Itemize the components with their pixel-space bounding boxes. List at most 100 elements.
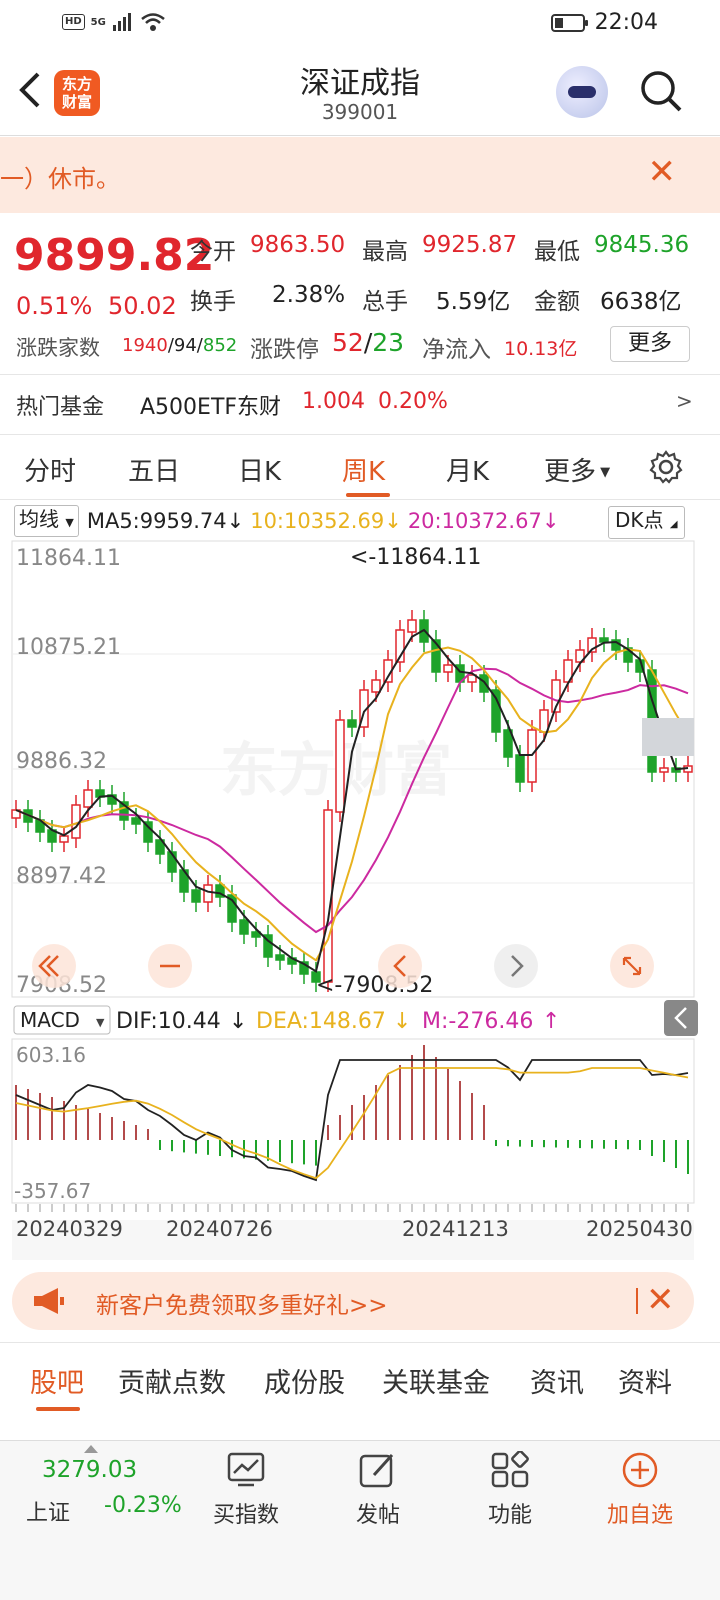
tab-more[interactable]: 更多 ▼ xyxy=(544,451,610,488)
macd-axis-label: -357.67 xyxy=(14,1179,91,1203)
next-button[interactable] xyxy=(494,944,538,988)
tab-wuri[interactable]: 五日 xyxy=(128,451,180,488)
limit-counts: 52/23 xyxy=(332,328,405,357)
page-title: 深证成指 xyxy=(300,66,420,101)
down-arrow-icon: ↓ xyxy=(226,509,245,533)
limit-label: 涨跌停 xyxy=(250,337,319,363)
collapse-panel-button[interactable] xyxy=(664,1000,698,1036)
change-percent: 0.51% xyxy=(16,292,93,320)
functions-label: 功能 xyxy=(487,1503,532,1528)
status-left: HD 5G xyxy=(62,12,166,32)
add-watchlist-button[interactable]: 加自选 xyxy=(580,1441,700,1529)
tab-guba[interactable]: 股吧 xyxy=(30,1361,84,1400)
quote-panel: 9899.82 0.51% 50.02 今开 9863.50 最高 9925.8… xyxy=(0,214,720,434)
candle-body xyxy=(443,664,453,673)
turnover-value: 2.38% xyxy=(272,282,346,308)
post-label: 发帖 xyxy=(355,1503,400,1528)
promo-text: 新客户免费领取多重好礼>> xyxy=(96,1293,388,1319)
candle-body xyxy=(275,954,285,961)
hot-fund-row[interactable]: 热门基金 A500ETF东财 1.004 0.20% > xyxy=(0,375,720,433)
caret-up-icon xyxy=(84,1445,98,1453)
more-button[interactable]: 更多 xyxy=(610,326,690,362)
tab-week-k[interactable]: 周K xyxy=(342,451,385,488)
expand-icon[interactable] xyxy=(610,944,654,988)
candle-body xyxy=(599,637,609,643)
edit-icon xyxy=(359,1453,394,1488)
assistant-robot-icon[interactable] xyxy=(556,66,608,118)
open-label: 今开 xyxy=(190,239,236,265)
title-bar: 东方财富 深证成指 399001 xyxy=(0,50,720,136)
high-marker: <-11864.11 xyxy=(350,545,481,570)
tab-fenshi[interactable]: 分时 xyxy=(24,451,76,488)
content-tabs: 股吧 贡献点数 成份股 关联基金 资讯 资料 xyxy=(0,1342,720,1416)
candle-body xyxy=(191,889,201,903)
index-name: 上证 xyxy=(26,1501,71,1526)
candle-body xyxy=(335,719,345,813)
status-bar: HD 5G 22:04 xyxy=(0,0,720,50)
date-label: 20250430 xyxy=(586,1217,693,1241)
updown-counts: 1940/94/852 xyxy=(122,335,238,356)
candle-body xyxy=(479,674,489,693)
current-price: 9899.82 xyxy=(14,230,215,281)
candle-body xyxy=(83,789,93,808)
bottom-bar: 3279.03 上证 -0.23% 买指数 发帖 功能 加自选 xyxy=(0,1440,720,1600)
tab-related-funds[interactable]: 关联基金 xyxy=(382,1361,490,1400)
updown-label: 涨跌家数 xyxy=(16,336,100,360)
search-icon[interactable] xyxy=(638,68,684,114)
candle-body xyxy=(59,835,69,843)
stock-code: 399001 xyxy=(321,100,399,124)
tab-contribution[interactable]: 贡献点数 xyxy=(118,1361,226,1400)
zoom-out-button[interactable] xyxy=(148,944,192,988)
notice-text: 一）休市。 xyxy=(0,165,120,193)
tab-profile[interactable]: 资料 xyxy=(618,1361,672,1400)
turnover-label: 换手 xyxy=(190,289,236,315)
candle-body xyxy=(371,679,381,693)
candle-body xyxy=(347,719,357,728)
kline-chart[interactable]: 东方财富 11864.11 10875.21 9886.32 8897.42 7… xyxy=(0,540,720,1260)
caret-down-icon: ▼ xyxy=(596,465,611,480)
hot-fund-price: 1.004 xyxy=(302,389,365,414)
hot-fund-label: 热门基金 xyxy=(16,395,105,420)
date-label: 20240726 xyxy=(166,1217,273,1241)
candle-body xyxy=(407,619,417,633)
candle-body xyxy=(539,709,549,733)
index-ticker[interactable]: 3279.03 上证 -0.23% xyxy=(0,1441,182,1600)
open-value: 9863.50 xyxy=(250,232,346,258)
ma-select[interactable]: 均线 ▼ xyxy=(14,505,79,537)
hot-fund-name: A500ETF东财 xyxy=(140,395,282,420)
tab-month-k[interactable]: 月K xyxy=(446,451,489,488)
functions-button[interactable]: 功能 xyxy=(450,1441,570,1529)
post-button[interactable]: 发帖 xyxy=(318,1441,438,1529)
buy-index-button[interactable]: 买指数 xyxy=(186,1441,306,1529)
dk-point-button[interactable]: DK点 ◢ xyxy=(608,506,685,539)
buy-index-label: 买指数 xyxy=(212,1503,279,1528)
clock: 22:04 xyxy=(594,10,658,35)
tab-constituents[interactable]: 成份股 xyxy=(264,1361,345,1400)
index-change: -0.23% xyxy=(104,1493,182,1518)
prev-button[interactable] xyxy=(378,944,422,988)
macd-axis-label: 603.16 xyxy=(16,1043,86,1067)
index-value: 3279.03 xyxy=(42,1457,138,1483)
tab-news[interactable]: 资讯 xyxy=(530,1361,584,1400)
tab-day-k[interactable]: 日K xyxy=(238,451,281,488)
down-arrow-icon: ↓ xyxy=(229,1009,247,1034)
dif-value: DIF:10.44 xyxy=(116,1009,221,1034)
date-label: 20240329 xyxy=(16,1217,123,1241)
gear-icon[interactable] xyxy=(648,449,684,485)
amount-value: 6638亿 xyxy=(600,289,682,315)
netflow-value: 10.13亿 xyxy=(504,338,578,360)
notice-bar: 一）休市。 ✕ xyxy=(0,137,720,213)
price-axis-label: 11864.11 xyxy=(16,546,121,571)
close-icon[interactable]: ✕ xyxy=(648,155,677,189)
promo-banner[interactable]: 新客户免费领取多重好礼>> ✕ xyxy=(12,1272,694,1330)
network-label: 5G xyxy=(90,16,106,28)
caret-down-icon: ▼ xyxy=(65,516,74,529)
rewind-button[interactable] xyxy=(32,944,76,988)
chevron-right-icon: > xyxy=(676,389,693,413)
grid-icon xyxy=(491,1450,529,1488)
close-icon[interactable]: ✕ xyxy=(646,1280,675,1320)
signal-icon xyxy=(112,13,131,31)
up-arrow-icon: ↑ xyxy=(542,1009,560,1034)
chart-icon xyxy=(227,1452,265,1487)
low-value: 9845.36 xyxy=(594,232,690,258)
